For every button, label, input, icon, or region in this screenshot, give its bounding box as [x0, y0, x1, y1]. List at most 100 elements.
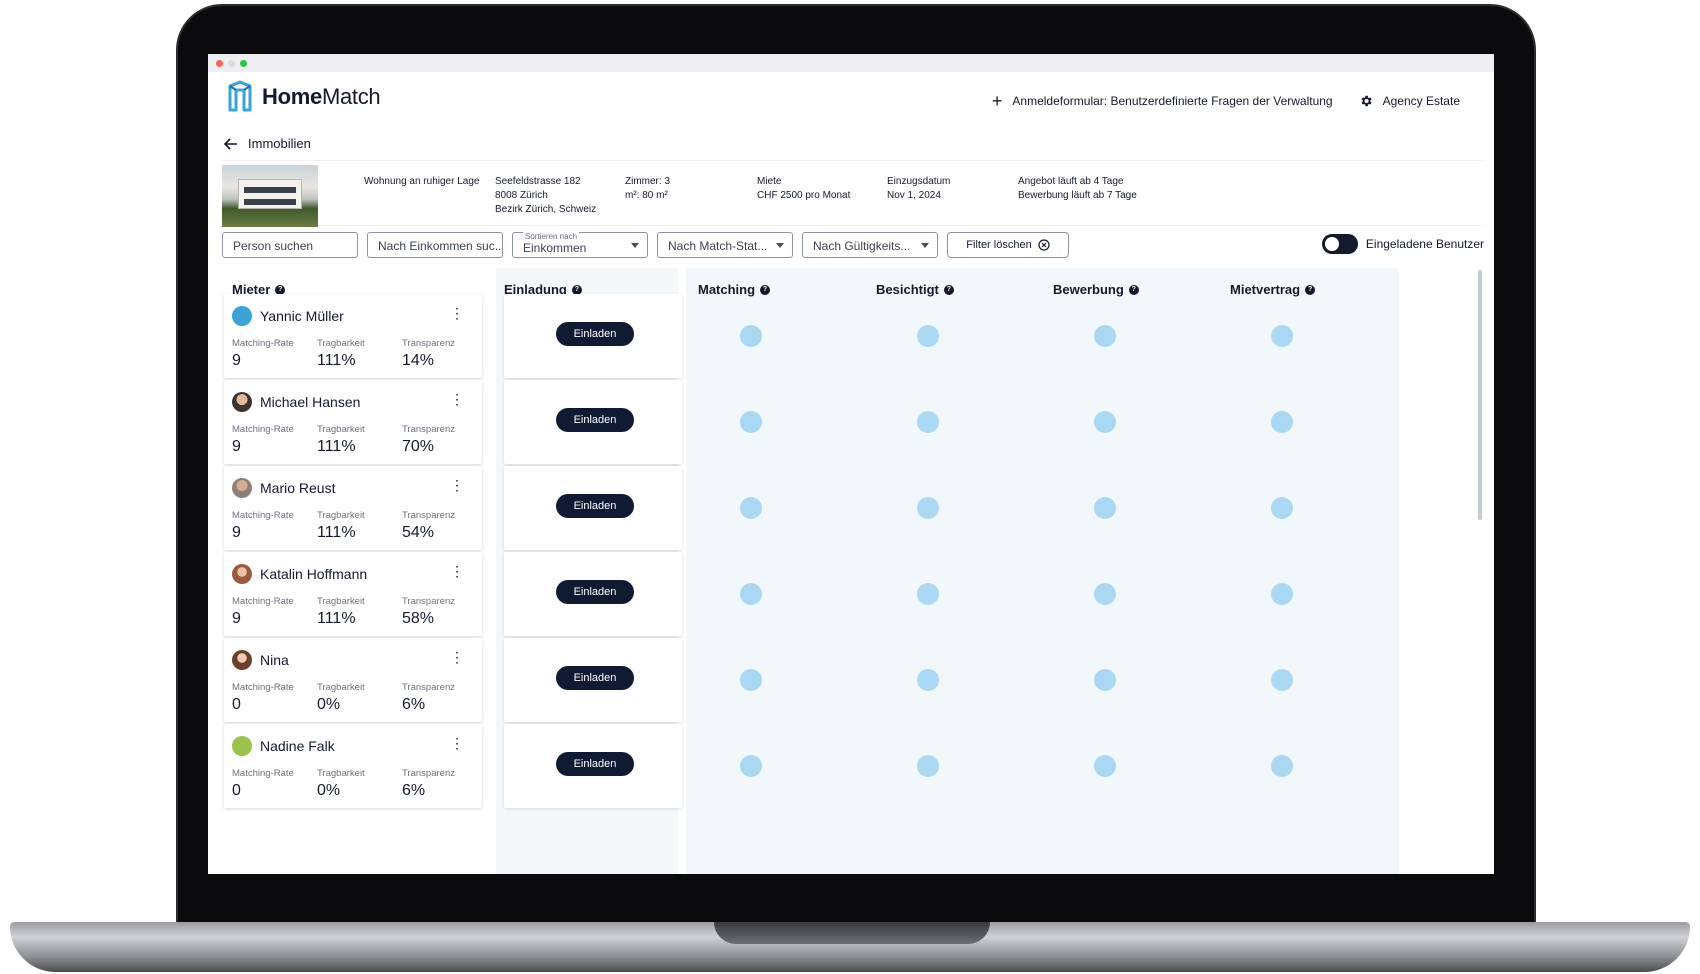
- matching-status-dot[interactable]: [740, 583, 762, 605]
- transparency-label: Transparenz: [402, 682, 455, 693]
- close-circle-icon: [1038, 239, 1050, 251]
- transparency-label: Transparenz: [402, 768, 455, 779]
- transparency-value: 54%: [402, 524, 435, 541]
- laptop-notch: [714, 922, 990, 944]
- affordability-value: 111%: [317, 438, 356, 455]
- lease-status-dot[interactable]: [1271, 411, 1293, 433]
- tenant-name: Nadine Falk: [260, 738, 335, 754]
- help-icon[interactable]: ?: [943, 284, 954, 295]
- matching-rate-value: 9: [232, 524, 241, 541]
- invite-button[interactable]: Einladen: [556, 408, 634, 432]
- custom-form-link[interactable]: + Anmeldeformular: Benutzerdefinierte Fr…: [992, 92, 1333, 110]
- lane-lease: [1217, 268, 1399, 874]
- help-icon[interactable]: ?: [1128, 284, 1139, 295]
- tenant-card[interactable]: Mario Reust ⋮ Matching-Rate Tragbarkeit …: [224, 466, 482, 550]
- affordability-value: 111%: [317, 610, 356, 627]
- sort-select[interactable]: Sortieren nach Einkommen: [512, 232, 648, 258]
- invite-button[interactable]: Einladen: [556, 494, 634, 518]
- matching-status-dot[interactable]: [740, 755, 762, 777]
- back-to-properties[interactable]: Immobilien: [224, 136, 311, 151]
- tenant-card[interactable]: Yannic Müller ⋮ Matching-Rate Tragbarkei…: [224, 294, 482, 378]
- viewed-status-dot[interactable]: [917, 411, 939, 433]
- matching-status-dot[interactable]: [740, 411, 762, 433]
- kebab-menu-icon[interactable]: ⋮: [450, 478, 464, 492]
- lease-status-dot[interactable]: [1271, 755, 1293, 777]
- lease-status-dot[interactable]: [1271, 669, 1293, 691]
- kebab-menu-icon[interactable]: ⋮: [450, 650, 464, 664]
- tenant-name: Katalin Hoffmann: [260, 566, 368, 582]
- affordability-value: 111%: [317, 352, 356, 369]
- matching-rate-value: 9: [232, 438, 241, 455]
- clear-filters-button[interactable]: Filter löschen: [947, 232, 1069, 258]
- column-header-application: Bewerbung?: [1053, 282, 1139, 297]
- lane-matching: [686, 268, 868, 874]
- application-status-dot[interactable]: [1094, 583, 1116, 605]
- sort-select-label: Sortieren nach: [523, 232, 580, 241]
- column-header-lease: Mietvertrag?: [1230, 282, 1316, 297]
- income-search-input[interactable]: Nach Einkommen suc...: [367, 232, 503, 258]
- invite-button[interactable]: Einladen: [556, 666, 634, 690]
- property-deadlines: Angebot läuft ab 4 Tage Bewerbung läuft …: [1018, 176, 1137, 201]
- invited-users-toggle[interactable]: [1321, 234, 1358, 254]
- tenant-card[interactable]: Nadine Falk ⋮ Matching-Rate Tragbarkeit …: [224, 724, 482, 808]
- validity-select[interactable]: Nach Gültigkeits...: [802, 232, 938, 258]
- custom-form-label: Anmeldeformular: Benutzerdefinierte Frag…: [1012, 94, 1333, 108]
- chevron-down-icon: [776, 243, 784, 248]
- avatar: [232, 650, 252, 670]
- viewed-status-dot[interactable]: [917, 669, 939, 691]
- matching-rate-label: Matching-Rate: [232, 510, 294, 521]
- application-status-dot[interactable]: [1094, 755, 1116, 777]
- building-window: [244, 199, 296, 205]
- help-icon[interactable]: ?: [760, 284, 771, 295]
- window-minimize-dot[interactable]: [228, 60, 235, 67]
- invited-users-label: Eingeladene Benutzer: [1365, 237, 1484, 251]
- toggle-knob: [1324, 237, 1339, 251]
- help-icon[interactable]: ?: [571, 284, 582, 295]
- invite-button[interactable]: Einladen: [556, 752, 634, 776]
- kebab-menu-icon[interactable]: ⋮: [450, 306, 464, 320]
- viewed-status-dot[interactable]: [917, 497, 939, 519]
- match-status-select[interactable]: Nach Match-Stat...: [657, 232, 793, 258]
- invitation-card: Einladen: [504, 466, 682, 550]
- lease-status-dot[interactable]: [1271, 325, 1293, 347]
- application-status-dot[interactable]: [1094, 325, 1116, 347]
- lease-status-dot[interactable]: [1271, 583, 1293, 605]
- board-scrollbar[interactable]: [1478, 270, 1482, 520]
- matching-status-dot[interactable]: [740, 497, 762, 519]
- viewed-status-dot[interactable]: [917, 325, 939, 347]
- matching-status-dot[interactable]: [740, 325, 762, 347]
- application-status-dot[interactable]: [1094, 497, 1116, 519]
- avatar: [232, 392, 252, 412]
- property-size: Zimmer: 3 m²: 80 m²: [625, 176, 670, 201]
- gear-icon: [1361, 95, 1372, 107]
- viewed-status-dot[interactable]: [917, 583, 939, 605]
- application-status-dot[interactable]: [1094, 411, 1116, 433]
- window-close-dot[interactable]: [216, 60, 223, 67]
- column-header-viewed: Besichtigt?: [876, 282, 954, 297]
- affordability-label: Tragbarkeit: [317, 510, 365, 521]
- agency-menu[interactable]: Agency Estate: [1359, 94, 1460, 108]
- kebab-menu-icon[interactable]: ⋮: [450, 392, 464, 406]
- tenant-card[interactable]: Michael Hansen ⋮ Matching-Rate Tragbarke…: [224, 380, 482, 464]
- window-zoom-dot[interactable]: [240, 60, 247, 67]
- kebab-menu-icon[interactable]: ⋮: [450, 736, 464, 750]
- kebab-menu-icon[interactable]: ⋮: [450, 564, 464, 578]
- matching-status-dot[interactable]: [740, 669, 762, 691]
- homematch-logo[interactable]: HomeMatch: [224, 80, 381, 114]
- matching-rate-label: Matching-Rate: [232, 424, 294, 435]
- help-icon[interactable]: ?: [1305, 284, 1316, 295]
- lane-viewed: [863, 268, 1045, 874]
- invite-button[interactable]: Einladen: [556, 580, 634, 604]
- viewed-status-dot[interactable]: [917, 755, 939, 777]
- tenant-card[interactable]: Katalin Hoffmann ⋮ Matching-Rate Tragbar…: [224, 552, 482, 636]
- invite-button[interactable]: Einladen: [556, 322, 634, 346]
- lane-application: [1040, 268, 1222, 874]
- lease-status-dot[interactable]: [1271, 497, 1293, 519]
- help-icon[interactable]: ?: [275, 284, 286, 295]
- tenant-card[interactable]: Nina ⋮ Matching-Rate Tragbarkeit Transpa…: [224, 638, 482, 722]
- application-status-dot[interactable]: [1094, 669, 1116, 691]
- avatar: [232, 736, 252, 756]
- app-screen: HomeMatch + Anmeldeformular: Benutzerdef…: [208, 54, 1494, 874]
- affordability-value: 0%: [317, 782, 341, 799]
- person-search-input[interactable]: Person suchen: [222, 232, 358, 258]
